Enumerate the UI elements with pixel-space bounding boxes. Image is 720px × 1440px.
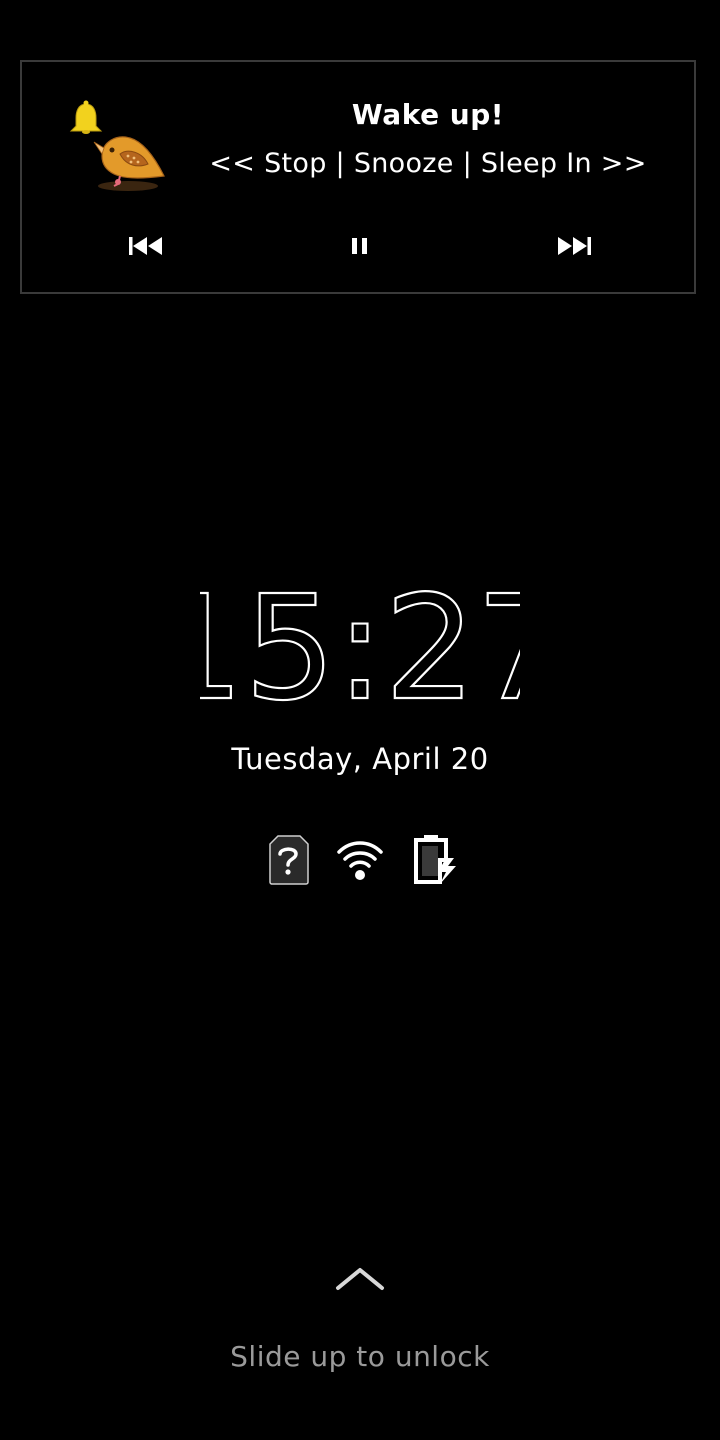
skip-previous-icon — [129, 237, 162, 255]
status-icons — [0, 834, 720, 886]
skip-next-icon — [558, 237, 591, 255]
notification-title: Wake up! — [351, 98, 505, 131]
clock: 15:27 — [200, 588, 520, 704]
next-button[interactable] — [546, 226, 602, 266]
battery-charging-icon — [414, 835, 456, 884]
clock-time: 15:27 — [200, 588, 520, 704]
notification-body: << Stop | Snooze | Sleep In >> — [209, 148, 647, 179]
alarm-clock-bird-icon — [69, 100, 165, 191]
previous-button[interactable] — [118, 226, 174, 266]
unlock-hint: Slide up to unlock — [230, 1340, 490, 1373]
sim-unknown-icon — [269, 835, 309, 885]
wifi-icon — [337, 841, 383, 880]
chevron-up-icon[interactable] — [334, 1264, 386, 1294]
date-label: Tuesday, April 20 — [231, 742, 489, 776]
pause-button[interactable] — [332, 226, 388, 266]
alarm-notification[interactable]: Wake up! << Stop | Snooze | Sleep In >> — [20, 60, 696, 294]
pause-icon — [352, 238, 367, 254]
